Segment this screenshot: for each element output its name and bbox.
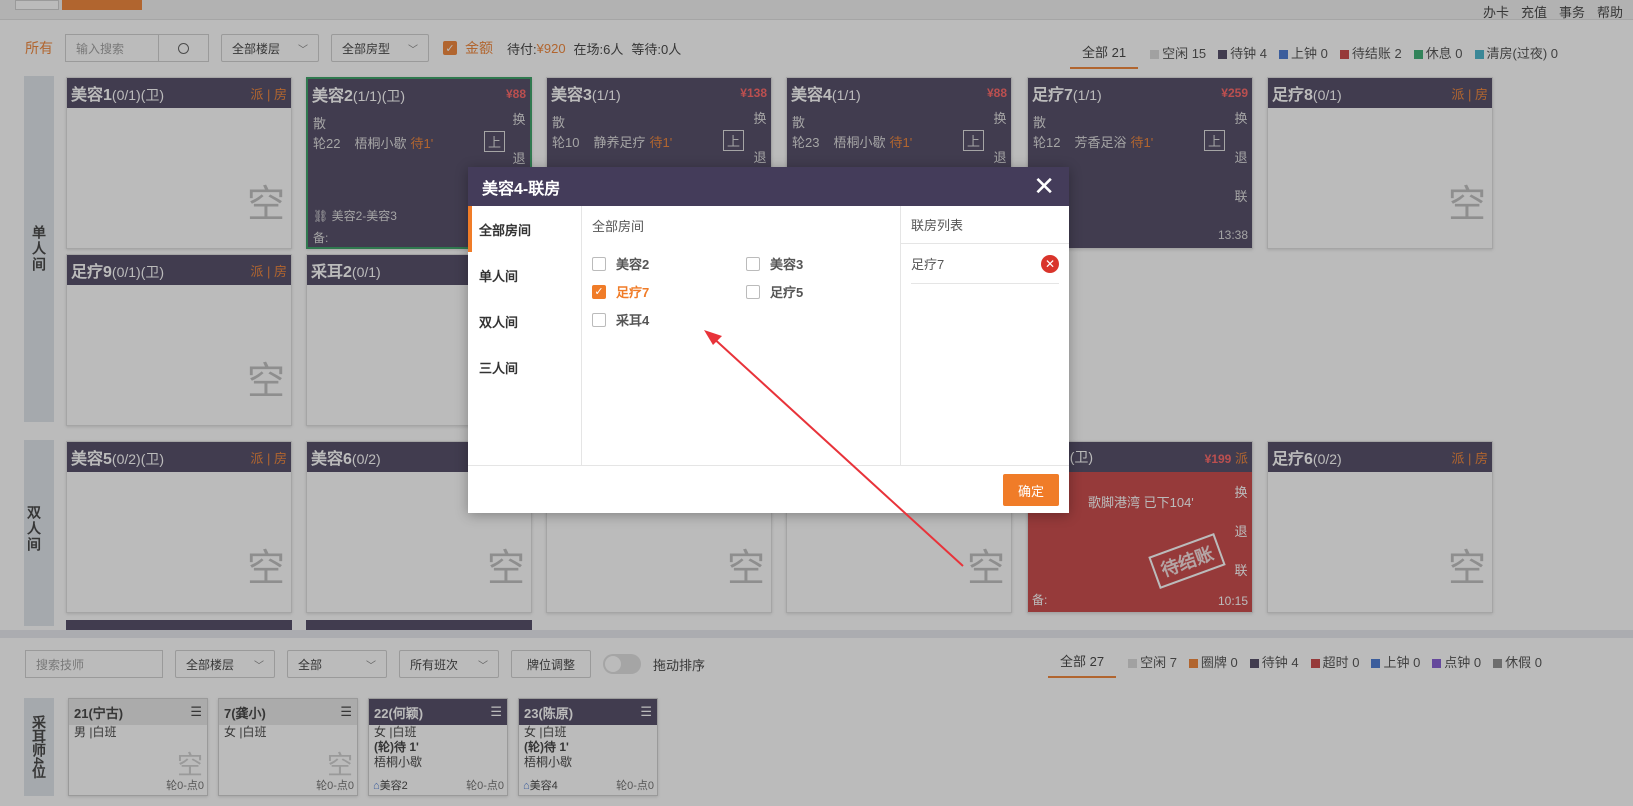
annotation-arrow — [704, 330, 964, 567]
